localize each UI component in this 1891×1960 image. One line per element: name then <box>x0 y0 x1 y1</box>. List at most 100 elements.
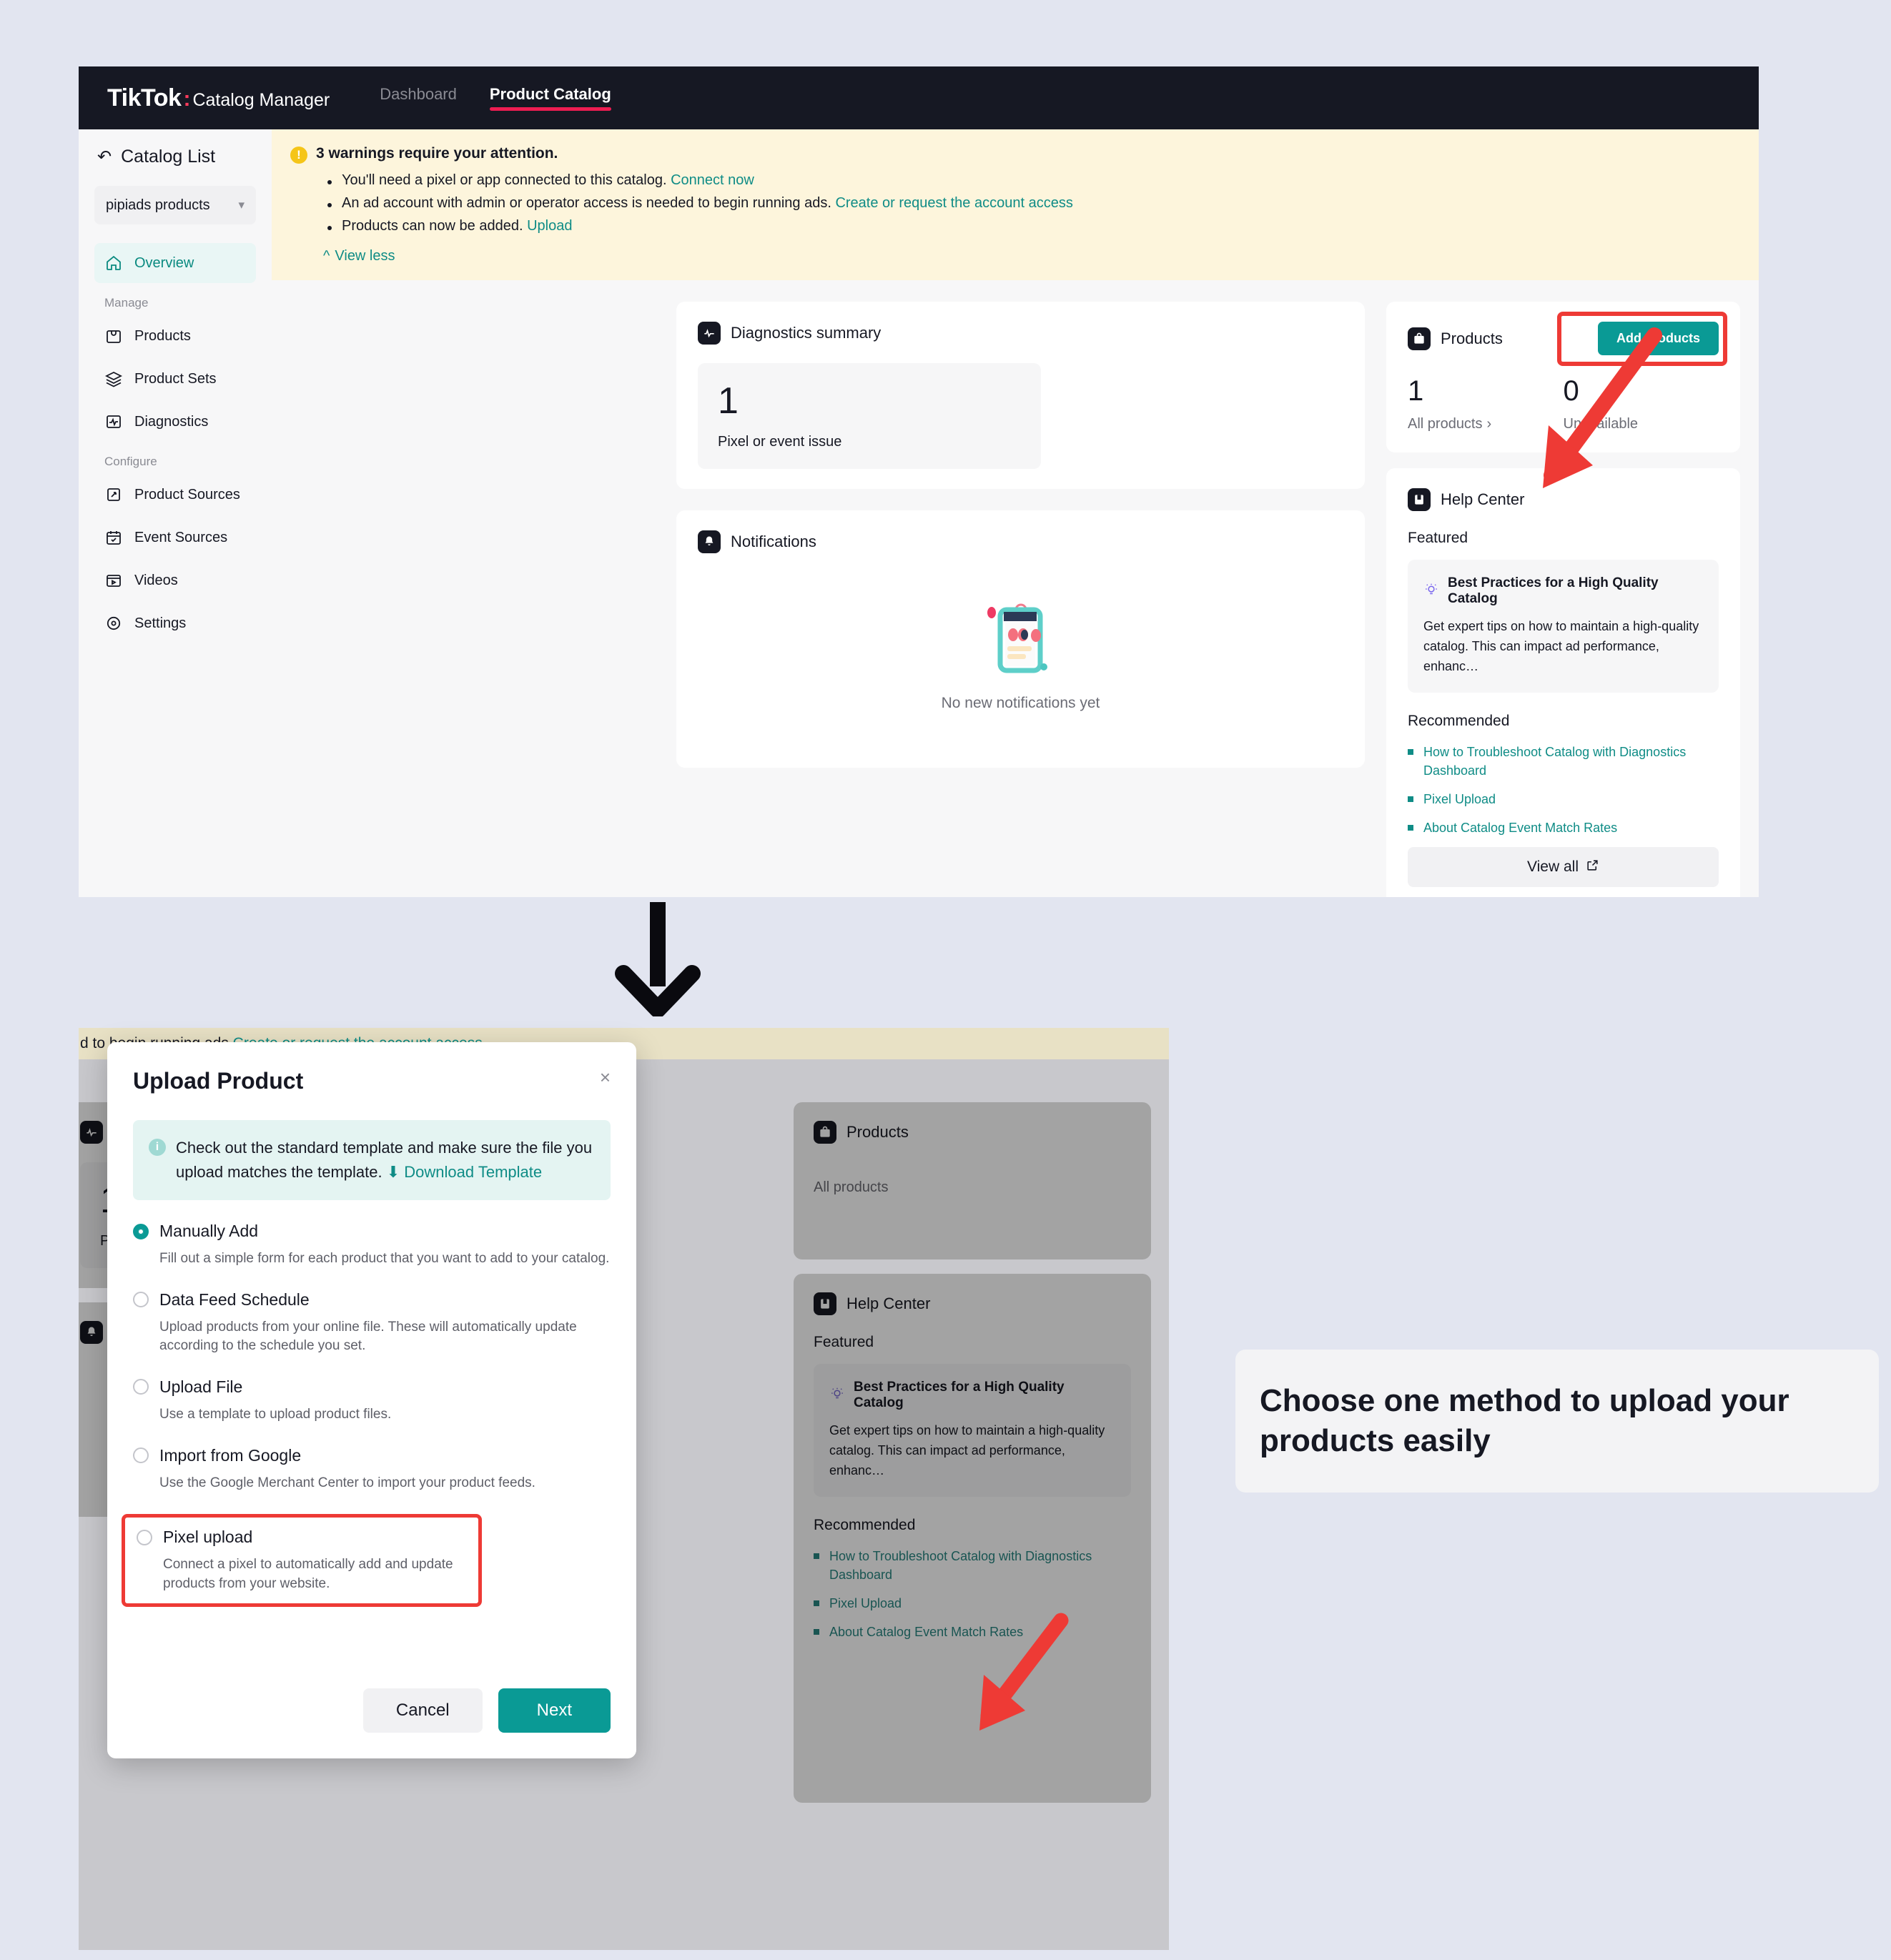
download-template-link[interactable]: ⬇ Download Template <box>387 1163 542 1181</box>
dimmed-featured-title: Best Practices for a High Quality Catalo… <box>854 1380 1065 1410</box>
radio-upload-file[interactable] <box>133 1379 149 1395</box>
upload-option-data-feed-schedule[interactable]: Data Feed Schedule Upload products from … <box>133 1290 611 1356</box>
upload-option-manually-add[interactable]: Manually Add Fill out a simple form for … <box>133 1222 611 1269</box>
top-navigation-bar: TikTok : Catalog Manager Dashboard Produ… <box>79 66 1759 129</box>
list-item: Pixel Upload <box>814 1594 1131 1613</box>
upload-option-import-from-google[interactable]: Import from Google Use the Google Mercha… <box>133 1446 611 1493</box>
diagnostics-card-title: Diagnostics summary <box>731 324 882 342</box>
brand-logo: TikTok : Catalog Manager <box>107 84 330 112</box>
sidebar-item-label: Product Sets <box>134 370 217 387</box>
bag-icon <box>1408 327 1431 350</box>
create-account-access-link[interactable]: Create or request the account access <box>835 195 1072 211</box>
gear-icon <box>104 614 123 633</box>
option-description: Fill out a simple form for each product … <box>159 1251 610 1267</box>
warning-item-text: Products can now be added. <box>342 218 528 234</box>
external-link-icon <box>1586 858 1599 876</box>
warning-list: You'll need a pixel or app connected to … <box>326 172 1739 234</box>
diagnostics-stat-box[interactable]: 1 Pixel or event issue <box>698 363 1041 469</box>
lightbulb-icon <box>1423 582 1439 601</box>
radio-pixel-upload[interactable] <box>137 1529 152 1545</box>
recommended-link[interactable]: About Catalog Event Match Rates <box>1423 821 1617 835</box>
caption-text: Choose one method to upload your product… <box>1260 1382 1789 1458</box>
warning-item: An ad account with admin or operator acc… <box>326 195 1739 212</box>
flow-down-arrow <box>615 902 701 1016</box>
sidebar-item-product-sets[interactable]: Product Sets <box>94 359 256 399</box>
tab-dashboard[interactable]: Dashboard <box>380 85 457 111</box>
featured-label: Featured <box>1408 530 1468 546</box>
connect-now-link[interactable]: Connect now <box>671 172 754 188</box>
book-icon <box>1408 488 1431 511</box>
pulse-icon <box>698 322 721 345</box>
warning-item: Products can now be added. Upload <box>326 218 1739 234</box>
notifications-card-title: Notifications <box>731 532 816 550</box>
sidebar-item-products[interactable]: Products <box>94 316 256 356</box>
radio-data-feed-schedule[interactable] <box>133 1292 149 1308</box>
sidebar: ↶ Catalog List pipiads products ▾ Overvi… <box>79 129 272 897</box>
sidebar-item-product-sources[interactable]: Product Sources <box>94 475 256 515</box>
option-label: Upload File <box>159 1377 243 1396</box>
list-item: How to Troubleshoot Catalog with Diagnos… <box>814 1547 1131 1584</box>
dimmed-all-products-label: All products <box>814 1179 889 1195</box>
dimmed-products-title: Products <box>846 1123 909 1141</box>
sidebar-item-event-sources[interactable]: Event Sources <box>94 518 256 558</box>
upload-option-upload-file[interactable]: Upload File Use a template to upload pro… <box>133 1377 611 1425</box>
upload-option-pixel-upload[interactable]: Pixel upload Connect a pixel to automati… <box>122 1514 482 1608</box>
chevron-down-icon: ▾ <box>238 198 245 212</box>
catalog-list-back[interactable]: ↶ Catalog List <box>94 147 256 167</box>
option-description: Use the Google Merchant Center to import… <box>159 1475 535 1490</box>
diagnostics-stat-number: 1 <box>718 380 739 422</box>
sidebar-item-diagnostics[interactable]: Diagnostics <box>94 402 256 442</box>
recommended-link[interactable]: How to Troubleshoot Catalog with Diagnos… <box>1423 745 1686 778</box>
source-icon <box>104 485 123 504</box>
warning-item-text: You'll need a pixel or app connected to … <box>342 172 671 188</box>
video-icon <box>104 571 123 590</box>
sidebar-item-videos[interactable]: Videos <box>94 560 256 600</box>
catalog-select-value: pipiads products <box>106 197 210 213</box>
cancel-button[interactable]: Cancel <box>362 1688 483 1733</box>
option-description: Connect a pixel to automatically add and… <box>163 1557 453 1591</box>
radio-manually-add[interactable] <box>133 1223 149 1239</box>
catalog-list-label: Catalog List <box>121 147 216 167</box>
recommended-link[interactable]: Pixel Upload <box>1423 792 1496 806</box>
back-arrow-icon: ↶ <box>97 147 112 167</box>
dimmed-featured-card: Best Practices for a High Quality Catalo… <box>814 1364 1131 1497</box>
caption-box: Choose one method to upload your product… <box>1235 1350 1879 1493</box>
template-info-banner: i Check out the standard template and ma… <box>133 1120 611 1201</box>
warning-icon: ! <box>290 147 307 164</box>
view-all-label: View all <box>1527 858 1579 876</box>
top-nav-items: Dashboard Product Catalog <box>380 85 611 111</box>
sidebar-item-settings[interactable]: Settings <box>94 603 256 643</box>
calendar-icon <box>104 528 123 547</box>
annotation-arrow-next-button <box>979 1613 1069 1731</box>
sidebar-item-overview[interactable]: Overview <box>94 243 256 283</box>
sidebar-group-configure: Configure <box>104 455 157 468</box>
upload-link[interactable]: Upload <box>527 218 572 234</box>
modal-title: Upload Product <box>133 1068 304 1094</box>
brand-colon: : <box>183 86 191 111</box>
dimmed-featured-label: Featured <box>814 1334 874 1350</box>
option-label: Import from Google <box>159 1445 302 1465</box>
tab-product-catalog[interactable]: Product Catalog <box>489 85 611 111</box>
layout-spacer <box>290 302 676 897</box>
dimmed-rec-link: How to Troubleshoot Catalog with Diagnos… <box>829 1548 1092 1582</box>
view-less-toggle[interactable]: ^ View less <box>323 248 395 264</box>
featured-article-title: Best Practices for a High Quality Catalo… <box>1448 575 1659 606</box>
radio-import-from-google[interactable] <box>133 1447 149 1464</box>
view-less-label: View less <box>335 248 395 264</box>
pulse-icon <box>104 412 123 431</box>
warning-banner: ! 3 warnings require your attention. You… <box>272 129 1759 280</box>
page-root: TikTok : Catalog Manager Dashboard Produ… <box>0 0 1891 1960</box>
sidebar-item-label: Product Sources <box>134 486 240 503</box>
sidebar-item-label: Settings <box>134 615 187 631</box>
catalog-select-dropdown[interactable]: pipiads products ▾ <box>94 186 256 224</box>
close-icon[interactable]: × <box>600 1068 611 1087</box>
chevron-right-icon: › <box>1486 416 1492 432</box>
list-item: Pixel Upload <box>1408 790 1719 808</box>
featured-article-card[interactable]: Best Practices for a High Quality Catalo… <box>1408 560 1719 693</box>
warning-item: You'll need a pixel or app connected to … <box>326 172 1739 189</box>
dimmed-featured-desc: Get expert tips on how to maintain a hig… <box>829 1423 1105 1478</box>
next-button[interactable]: Next <box>498 1688 611 1733</box>
view-all-button[interactable]: View all <box>1408 847 1719 888</box>
main-content: ! 3 warnings require your attention. You… <box>272 129 1759 897</box>
dimmed-help-title: Help Center <box>846 1295 931 1312</box>
